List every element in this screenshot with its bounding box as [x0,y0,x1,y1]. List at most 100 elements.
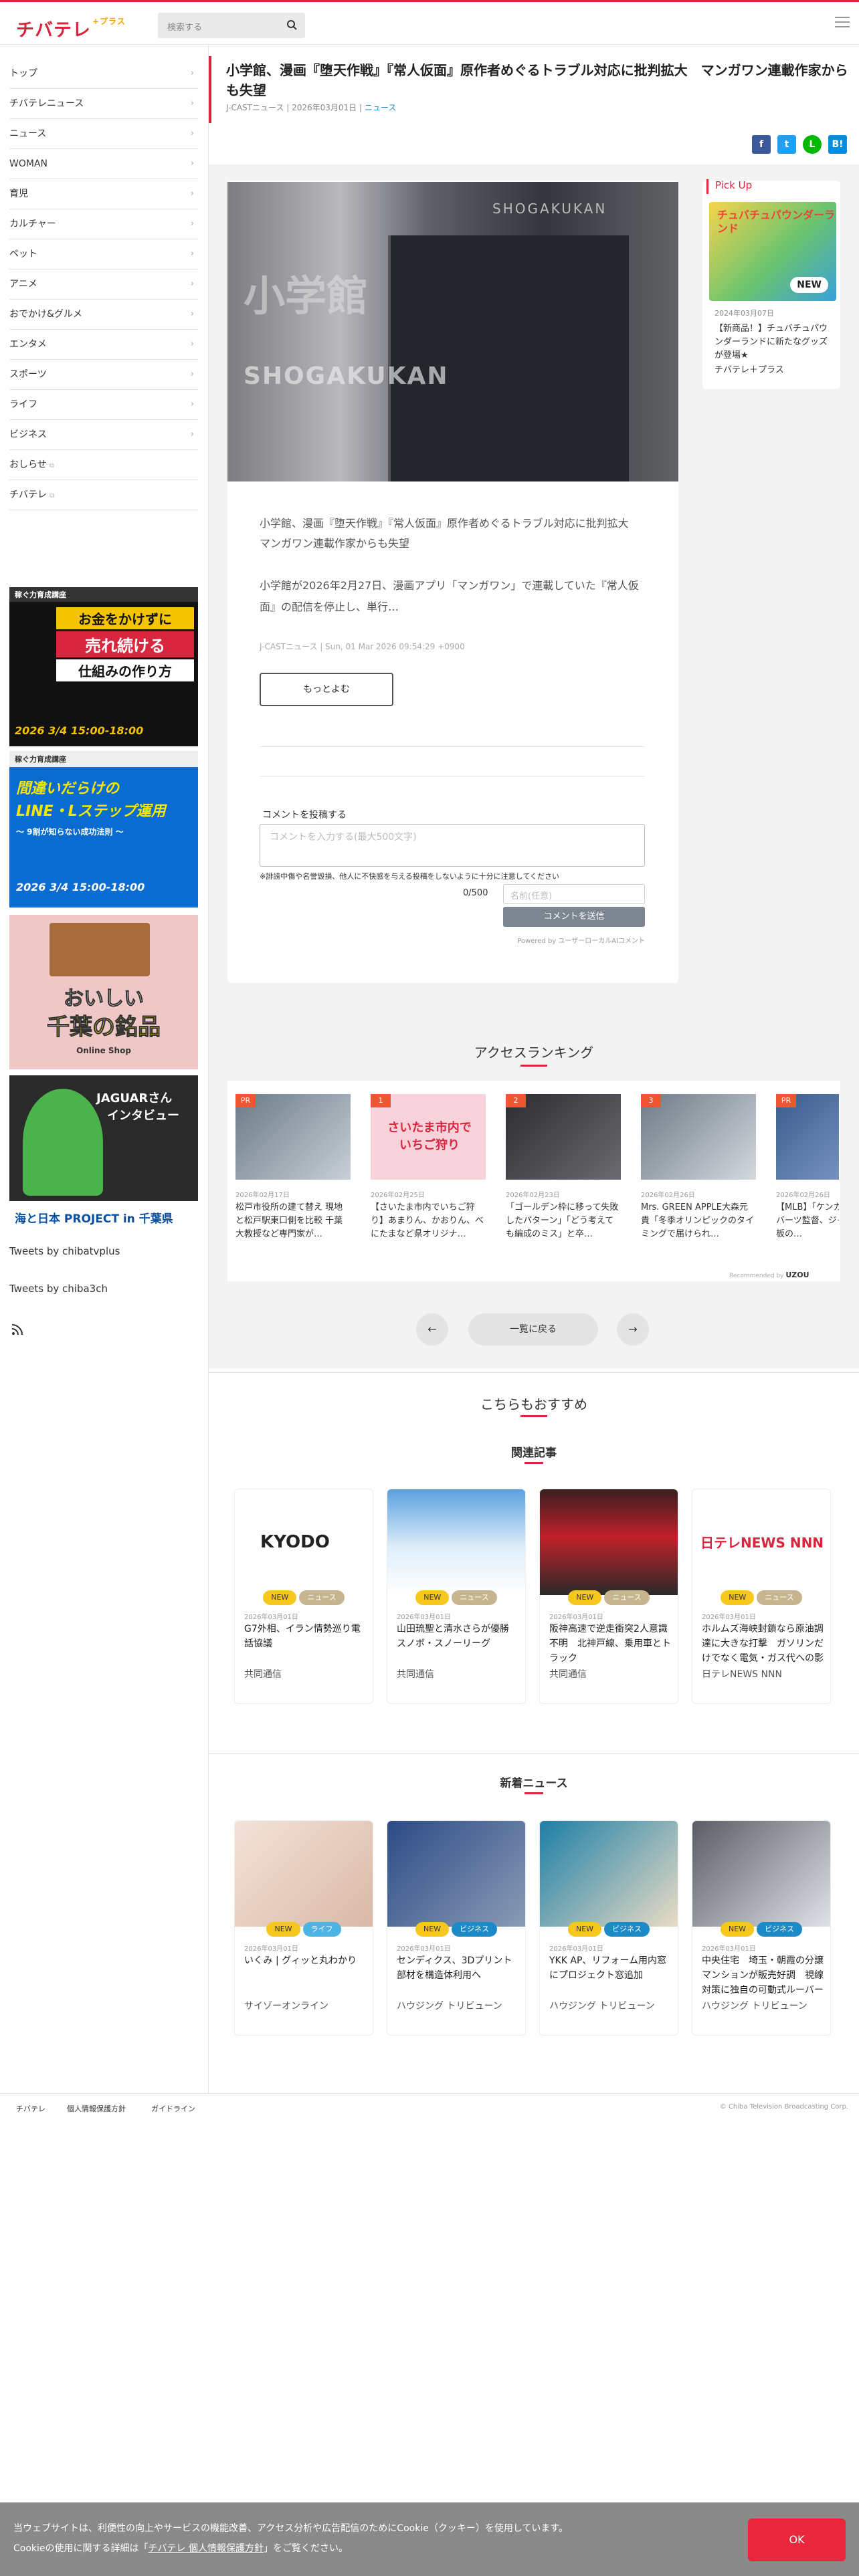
search-box[interactable]: 検索する [158,13,305,38]
related-card[interactable]: NEW ニュース 2026年03月01日 阪神高速で逆走衝突2人意識不明 北神戸線… [539,1489,678,1704]
pickup-heading: Pick Up [706,179,752,194]
card-title: 山田琉聖と清水さらが優勝 スノボ・スノーリーグ [397,1624,518,1649]
ranking-item[interactable]: 3 2026年02月26日 Mrs. GREEN APPLE大森元貴「冬季オリン… [634,1090,761,1257]
pickup-title[interactable]: 【新商品！】チュバチュパウンダーランドに新たなグッズが登場★ [714,322,834,362]
search-input[interactable]: 検索する [167,20,202,33]
latest-image [235,1821,373,1927]
chevron-right-icon: › [190,219,194,229]
article-source: J-CASTニュース [226,103,284,112]
sidebar-item-life[interactable]: ライフ › [9,390,198,420]
pickup-image-text: チュバチュパウンダーランド [717,209,836,235]
card-title: ホルムズ海峡封鎖なら原油調達に大きな打撃 ガソリンだけでなく電気・ガス代への影響… [702,1624,824,1664]
comment-name-field[interactable]: 名前(任意) [503,884,645,904]
facebook-share-icon[interactable]: f [752,135,771,154]
latest-image [540,1821,678,1927]
latest-card[interactable]: NEW ビジネス 2026年03月01日 中央住宅 埼玉・朝霞の分譲マンションが販… [692,1820,831,2036]
sidebar-item-entertainment[interactable]: エンタメ › [9,330,198,360]
article-header: 小学館、漫画『堕天作戦』『常人仮面』原作者めぐるトラブル対応に批判拡大 マンガワ… [209,56,859,123]
external-link-icon: ⧉ [49,462,54,469]
lead-date: J-CASTニュース | Sun, 01 Mar 2026 09:54:29 +… [260,642,465,651]
banner-text: おいしい [64,987,145,1011]
category-tag: ニュース [604,1590,650,1605]
pickup-date: 2024年03月07日 [714,309,774,318]
ranking-date: 2026年02月17日 [235,1192,290,1199]
line-share-icon[interactable]: L [803,135,822,154]
banner-seminar-2[interactable]: 稼ぐ力育成講座 間違いだらけの LINE・Lステップ運用 〜 9割が知らない成功… [9,751,198,907]
hatena-share-icon[interactable]: B! [828,135,847,154]
latest-card[interactable]: NEW ライフ 2026年03月01日 いくみ | グィッと丸わかり サイゾーオン… [234,1820,373,2036]
banner-text: 仕組みの作り方 [56,659,194,681]
cookie-ok-button[interactable]: OK [748,2518,846,2561]
search-icon[interactable] [285,18,300,33]
twitter-timeline-chiba3ch[interactable]: Tweets by chiba3ch [9,1283,108,1295]
banner-seminar-1[interactable]: 稼ぐ力育成講座 お金をかけずに 売れ続ける 仕組みの作り方 2026 3/4 1… [9,587,198,746]
footer-link-guideline[interactable]: ガイドライン [151,2103,195,2114]
ranking-item[interactable]: さいたま市内で いちご狩り 1 2026年02月25日 【さいたま市内でいちご狩… [364,1090,491,1257]
sidebar-item-news[interactable]: ニュース › [9,119,198,149]
ranking-title: 松戸市役所の建て替え 現地と松戸駅東口側を比較 千葉大教授など専門家が… [235,1202,343,1239]
article-category-link[interactable]: ニュース [365,103,396,112]
latest-card[interactable]: NEW ビジネス 2026年03月01日 センディクス、3Dプリント部材を構造体利… [387,1820,526,2036]
pickup-image[interactable]: チュバチュパウンダーランド NEW [709,202,836,301]
banner-label: 稼ぐ力育成講座 [15,591,66,599]
sidebar-item-childcare[interactable]: 育児 › [9,179,198,209]
hamburger-menu-icon[interactable] [835,17,850,29]
twitter-timeline-chibatvplus[interactable]: Tweets by chibatvplus [9,1245,120,1257]
sidebar-item-top[interactable]: トップ › [9,59,198,89]
banner-jaguar-interview[interactable]: JAGUARさん インタビュー 海と日本 PROJECT in 千葉県 [9,1075,198,1232]
sidebar-item-chibatele[interactable]: チバテレ ⧉ [9,480,198,510]
cookie-privacy-link[interactable]: チバテレ 個人情報保護方針 [149,2543,264,2554]
sidebar-item-business[interactable]: ビジネス › [9,420,198,450]
chevron-right-icon: › [190,68,194,78]
building-entrance [388,235,629,481]
site-logo[interactable]: チバテレ +プラス [16,15,126,41]
ranking-badge: 1 [371,1094,391,1107]
sidebar-item-notice[interactable]: おしらせ ⧉ [9,450,198,480]
sidebar-item-pet[interactable]: ペット › [9,239,198,270]
ranking-item[interactable]: PR 2026年02月17日 松戸市役所の建て替え 現地と松戸駅東口側を比較 千… [229,1090,356,1257]
card-source: ハウジング トリビューン [397,2001,502,2012]
related-card[interactable]: KYODO NEW ニュース 2026年03月01日 G7外相、イラン情勢巡り電話… [234,1489,373,1704]
sidebar-item-outing-gourmet[interactable]: おでかけ&グルメ › [9,300,198,330]
hero-sign-text: 小学館 [244,272,369,320]
sidebar-item-chibatele-news[interactable]: チバテレニュース › [9,89,198,119]
heading-underline [520,1415,547,1417]
card-source: サイゾーオンライン [244,2001,328,2012]
ranking-item[interactable]: 2 2026年02月23日 「ゴールデン枠に移って失敗したパターン」「どう考えて… [499,1090,626,1257]
hero-sign-text: SHOGAKUKAN [492,201,607,217]
chevron-right-icon: › [190,189,194,199]
banner-text: 海と日本 PROJECT in 千葉県 [15,1212,173,1226]
article-date: 2026年03月01日 [292,103,357,112]
banner-text: 千葉の銘品 [47,1014,161,1041]
sidebar-item-culture[interactable]: カルチャー › [9,209,198,239]
footer-link-chibatele[interactable]: チバテレ [16,2103,45,2114]
ranking-title: 【さいたま市内でいちご狩り】あまりん、かおりん、べにたまなど県オリジナ… [371,1202,484,1239]
related-card[interactable]: 日テレNEWS NNN NEW ニュース 2026年03月01日 ホルムズ海峡封鎖… [692,1489,831,1704]
comment-textarea[interactable]: コメントを入力する(最大500文字) [260,824,645,867]
sidebar-item-anime[interactable]: アニメ › [9,270,198,300]
ranking-item[interactable]: PR 2026年02月26日 【MLB】「ケンカしてた」ロバーツ監督、ジャッジ戦… [769,1090,839,1257]
prev-article-button[interactable]: ← [416,1313,448,1346]
twitter-share-icon[interactable]: t [777,135,796,154]
banner-text: LINE・Lステップ運用 [16,803,166,820]
rss-icon[interactable] [11,1323,24,1336]
chevron-right-icon: › [190,339,194,349]
sidebar-item-sports[interactable]: スポーツ › [9,360,198,390]
related-card[interactable]: NEW ニュース 2026年03月01日 山田琉聖と清水さらが優勝 スノボ・スノー… [387,1489,526,1704]
divider [260,746,645,747]
latest-card[interactable]: NEW ビジネス 2026年03月01日 YKK AP、リフォーム用内窓にプロジェ… [539,1820,678,2036]
read-more-button[interactable]: もっとよむ [260,673,393,706]
comment-submit-button[interactable]: コメントを送信 [503,907,645,927]
banner-online-shop[interactable]: おいしい 千葉の銘品 Online Shop [9,915,198,1069]
sidebar-item-woman[interactable]: WOMAN › [9,149,198,179]
card-title: YKK AP、リフォーム用内窓にプロジェクト窓追加 [549,1955,666,1981]
back-to-list-button[interactable]: 一覧に戻る [468,1313,598,1346]
cookie-banner: 当ウェブサイトは、利便性の向上やサービスの機能改善、アクセス分析や広告配信のため… [0,2502,859,2576]
ranking-title: 「ゴールデン枠に移って失敗したパターン」「どう考えても編成のミス」と卒… [506,1202,619,1239]
banner-text: Online Shop [76,1046,131,1055]
card-title: センディクス、3Dプリント部材を構造体利用へ [397,1955,512,1981]
next-article-button[interactable]: → [617,1313,649,1346]
comment-label: コメントを投稿する [262,810,347,821]
related-image [540,1489,678,1595]
footer-link-privacy[interactable]: 個人情報保護方針 [67,2103,126,2114]
